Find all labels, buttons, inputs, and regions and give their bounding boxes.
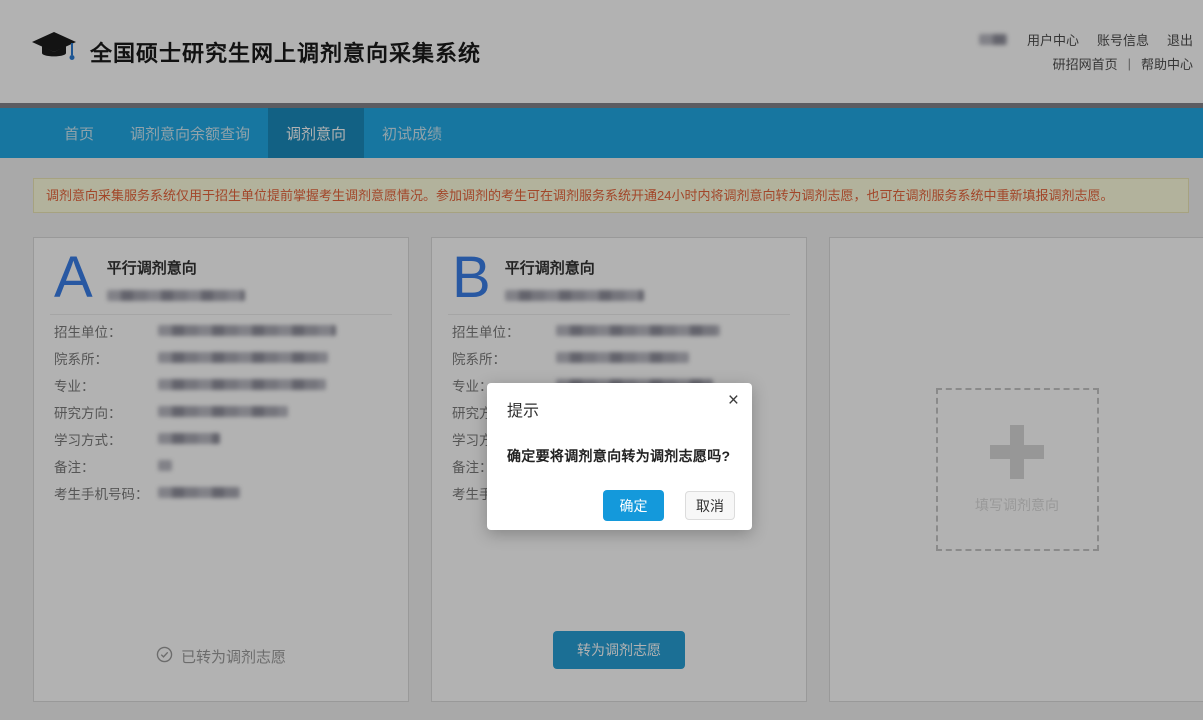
confirm-button[interactable]: 确定 bbox=[603, 490, 664, 521]
dialog-message: 确定要将调剂意向转为调剂志愿吗? bbox=[507, 446, 730, 466]
cancel-button[interactable]: 取消 bbox=[685, 491, 735, 520]
modal-overlay bbox=[0, 0, 1203, 720]
dialog-title: 提示 bbox=[507, 397, 539, 421]
confirm-dialog: 提示 × 确定要将调剂意向转为调剂志愿吗? 确定 取消 bbox=[487, 383, 752, 530]
close-icon[interactable]: × bbox=[728, 391, 739, 410]
